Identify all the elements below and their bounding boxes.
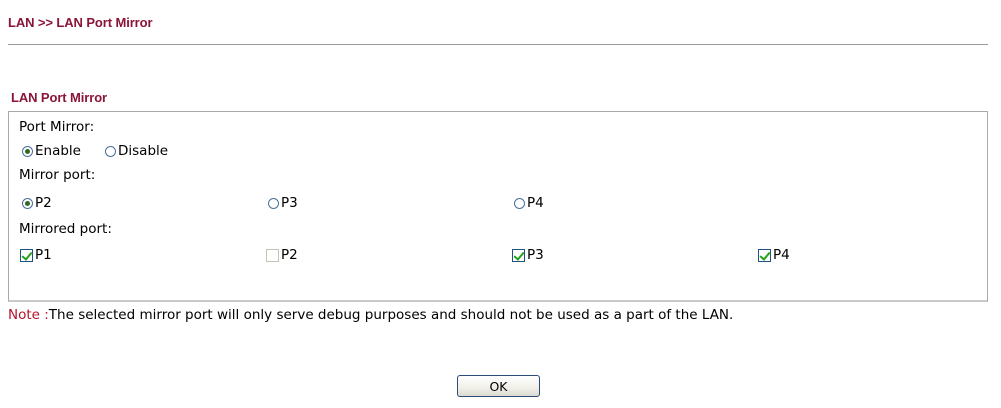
port-mirror-label: Port Mirror: — [19, 119, 95, 135]
mirrored-port-p1-label: P1 — [35, 247, 52, 263]
mirror-port-p3-label: P3 — [281, 195, 298, 211]
radio-icon[interactable] — [514, 197, 525, 209]
note-text: Note :The selected mirror port will only… — [8, 306, 993, 324]
mirrored-port-p4-label: P4 — [773, 247, 790, 263]
mirrored-port-label: Mirrored port: — [19, 221, 112, 237]
checkbox-checked-icon[interactable] — [512, 248, 525, 262]
note-body: The selected mirror port will only serve… — [48, 307, 734, 323]
mirrored-port-p3-checkbox[interactable]: P3 — [512, 247, 544, 263]
mirror-port-p2-label: P2 — [35, 195, 52, 211]
checkbox-checked-icon[interactable] — [758, 248, 771, 262]
mirror-port-p2-radio[interactable]: P2 — [22, 195, 52, 211]
port-mirror-enable-label: Enable — [35, 143, 81, 159]
mirrored-port-p3-label: P3 — [527, 247, 544, 263]
checkbox-checked-icon[interactable] — [20, 248, 33, 262]
radio-icon[interactable] — [268, 197, 279, 209]
radio-icon[interactable] — [105, 145, 116, 157]
mirrored-port-p4-checkbox[interactable]: P4 — [758, 247, 790, 263]
lan-port-mirror-panel: Port Mirror: Enable Disable Mirror port:… — [8, 111, 988, 302]
ok-button[interactable]: OK — [457, 375, 540, 397]
checkbox-disabled-icon — [266, 248, 279, 262]
note-label: Note : — [8, 307, 49, 323]
mirror-port-p3-radio[interactable]: P3 — [268, 195, 298, 211]
header-divider — [8, 44, 988, 45]
mirrored-port-p1-checkbox[interactable]: P1 — [20, 247, 52, 263]
port-mirror-disable-label: Disable — [118, 143, 169, 159]
mirrored-port-p2-label: P2 — [281, 247, 298, 263]
mirror-port-p4-label: P4 — [527, 195, 544, 211]
mirrored-port-p2-checkbox: P2 — [266, 247, 298, 263]
port-mirror-disable-radio[interactable]: Disable — [105, 143, 168, 159]
radio-icon-selected[interactable] — [22, 197, 33, 209]
breadcrumb: LAN >> LAN Port Mirror — [8, 15, 153, 30]
port-mirror-enable-radio[interactable]: Enable — [22, 143, 81, 159]
section-title: LAN Port Mirror — [11, 90, 108, 105]
mirror-port-p4-radio[interactable]: P4 — [514, 195, 544, 211]
mirror-port-label: Mirror port: — [19, 167, 96, 183]
radio-icon-selected[interactable] — [22, 145, 33, 157]
